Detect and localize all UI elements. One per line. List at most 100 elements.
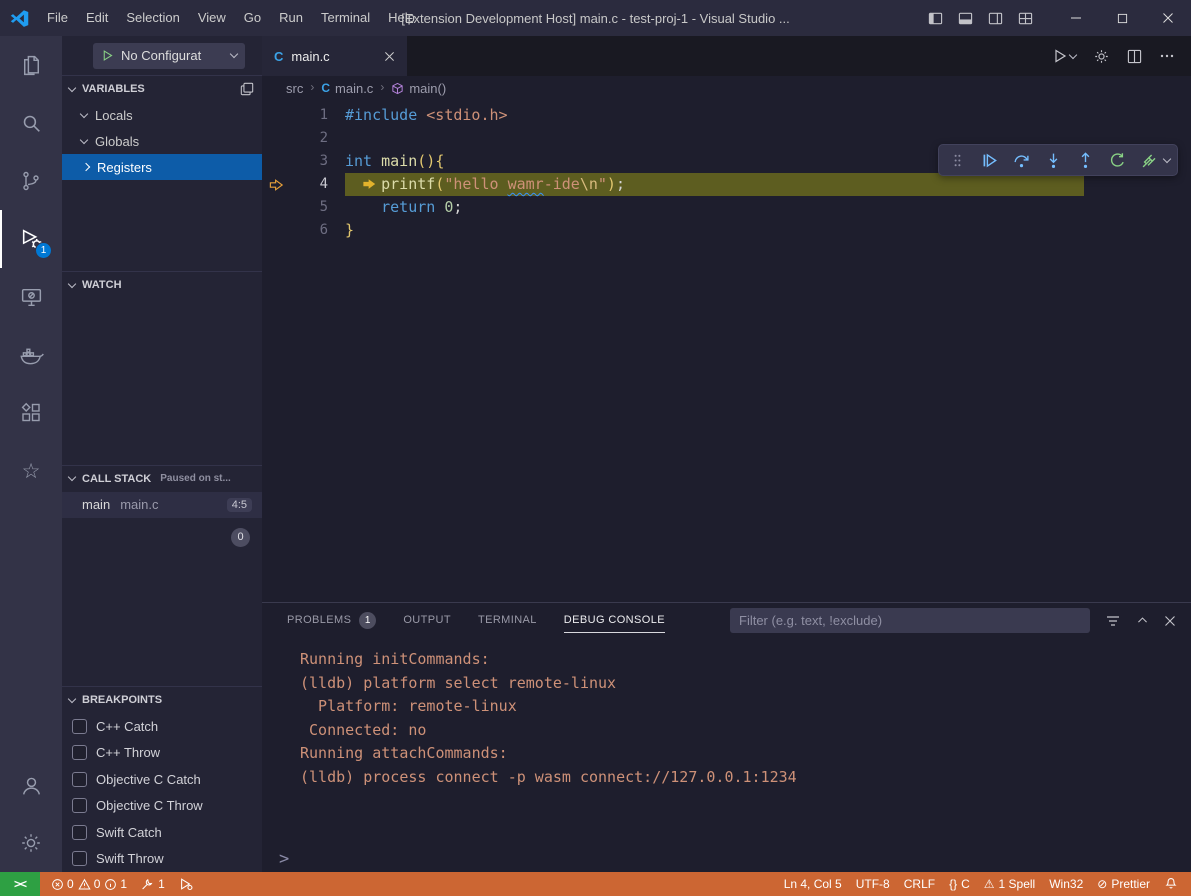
tab-main-c[interactable]: C main.c	[262, 36, 407, 76]
debug-console-prompt[interactable]: >	[262, 846, 1191, 872]
breakpoint-row-swift-catch[interactable]: Swift Catch	[62, 819, 262, 846]
debug-status[interactable]	[172, 872, 200, 896]
run-file-button[interactable]	[1052, 48, 1076, 64]
views-icon[interactable]	[240, 82, 254, 96]
breadcrumb-src[interactable]: src	[286, 81, 303, 96]
editor-gear-icon[interactable]	[1093, 48, 1110, 65]
checkbox-unchecked[interactable]	[72, 798, 87, 813]
toggle-sidebar-icon[interactable]	[928, 11, 943, 26]
line-content[interactable]: #include <stdio.h>	[345, 104, 508, 127]
debug-console-output[interactable]: Running initCommands:(lldb) platform sel…	[262, 638, 1191, 846]
split-editor-icon[interactable]	[1127, 49, 1142, 64]
variables-row-globals[interactable]: Globals	[62, 128, 262, 154]
variables-header[interactable]: VARIABLES	[62, 76, 262, 102]
call-stack-frame[interactable]: mainmain.c4:5	[62, 492, 262, 518]
line-content[interactable]: return 0;	[345, 196, 462, 219]
status-platform[interactable]: Win32	[1042, 872, 1090, 896]
variables-row-registers[interactable]: Registers	[62, 154, 262, 180]
code-line-6[interactable]: 6}	[262, 219, 1191, 242]
disconnect-button[interactable]	[1138, 149, 1161, 172]
glyph-margin[interactable]	[262, 173, 288, 196]
chevron-down-icon[interactable]	[1163, 154, 1171, 162]
accounts-button[interactable]	[0, 756, 62, 814]
toggle-panel-icon[interactable]	[958, 11, 973, 26]
watch-header[interactable]: WATCH	[62, 272, 262, 298]
status-cursor-position[interactable]: Ln 4, Col 5	[777, 872, 849, 896]
activity-marketplace[interactable]: ☆	[0, 442, 62, 500]
code-line-1[interactable]: 1#include <stdio.h>	[262, 104, 1191, 127]
checkbox-unchecked[interactable]	[72, 772, 87, 787]
menu-file[interactable]: File	[38, 0, 77, 36]
code-line-4[interactable]: 4 printf("hello wamr-ide\n");	[262, 173, 1191, 196]
maximize-button[interactable]	[1099, 0, 1145, 36]
restart-button[interactable]	[1106, 149, 1129, 172]
line-content[interactable]: }	[345, 219, 354, 242]
checkbox-unchecked[interactable]	[72, 851, 87, 866]
glyph-margin[interactable]	[262, 196, 288, 219]
menu-terminal[interactable]: Terminal	[312, 0, 379, 36]
menu-selection[interactable]: Selection	[117, 0, 188, 36]
breadcrumb-file[interactable]: Cmain.c	[321, 81, 373, 96]
maximize-panel-icon[interactable]	[1136, 614, 1149, 627]
activity-run-and-debug[interactable]: 1	[0, 210, 62, 268]
code-line-5[interactable]: 5 return 0;	[262, 196, 1191, 219]
status-eol[interactable]: CRLF	[897, 872, 942, 896]
menu-run[interactable]: Run	[270, 0, 312, 36]
console-filter-input[interactable]	[730, 608, 1090, 633]
step-into-button[interactable]	[1042, 149, 1065, 172]
line-content[interactable]: int main(){	[345, 150, 444, 173]
status-formatter-prettier[interactable]: ⊘Prettier	[1090, 872, 1157, 896]
status-spell-checker[interactable]: ⚠1 Spell	[977, 872, 1042, 896]
menu-edit[interactable]: Edit	[77, 0, 117, 36]
settings-button[interactable]	[0, 814, 62, 872]
remote-indicator[interactable]: ><	[0, 872, 40, 896]
activity-extensions[interactable]	[0, 384, 62, 442]
checkbox-unchecked[interactable]	[72, 719, 87, 734]
step-out-button[interactable]	[1074, 149, 1097, 172]
checkbox-unchecked[interactable]	[72, 745, 87, 760]
panel-tab-debug-console[interactable]: DEBUG CONSOLE	[564, 603, 665, 638]
glyph-margin[interactable]	[262, 219, 288, 242]
activity-source-control[interactable]	[0, 152, 62, 210]
activity-docker[interactable]	[0, 326, 62, 384]
notifications-bell[interactable]	[1157, 872, 1185, 896]
checkbox-unchecked[interactable]	[72, 825, 87, 840]
customize-layout-icon[interactable]	[1018, 11, 1033, 26]
breakpoint-row-objective-c-catch[interactable]: Objective C Catch	[62, 766, 262, 793]
toggle-secondary-sidebar-icon[interactable]	[988, 11, 1003, 26]
glyph-margin[interactable]	[262, 150, 288, 173]
continue-button[interactable]	[978, 149, 1001, 172]
variables-row-locals[interactable]: Locals	[62, 102, 262, 128]
call-stack-header[interactable]: CALL STACK Paused on st...	[62, 466, 262, 492]
minimize-button[interactable]	[1053, 0, 1099, 36]
activity-search[interactable]	[0, 94, 62, 152]
filter-icon[interactable]	[1105, 613, 1121, 629]
toolbar-grip[interactable]	[946, 149, 969, 172]
breakpoints-header[interactable]: BREAKPOINTS	[62, 687, 262, 713]
close-panel-icon[interactable]	[1164, 615, 1176, 627]
panel-tab-terminal[interactable]: TERMINAL	[478, 603, 537, 638]
breakpoint-row-swift-throw[interactable]: Swift Throw	[62, 846, 262, 873]
breakpoint-row-c-throw[interactable]: C++ Throw	[62, 740, 262, 767]
breakpoint-row-c-catch[interactable]: C++ Catch	[62, 713, 262, 740]
debug-config-dropdown[interactable]: No Configurat	[93, 43, 245, 69]
glyph-margin[interactable]	[262, 104, 288, 127]
step-over-button[interactable]	[1010, 149, 1033, 172]
glyph-margin[interactable]	[262, 127, 288, 150]
close-button[interactable]	[1145, 0, 1191, 36]
code-editor[interactable]: 1#include <stdio.h>23int main(){4 printf…	[262, 100, 1191, 602]
tab-close-icon[interactable]	[384, 51, 395, 62]
breadcrumb-symbol[interactable]: main()	[391, 81, 446, 96]
menu-go[interactable]: Go	[235, 0, 270, 36]
panel-tab-problems[interactable]: PROBLEMS1	[287, 603, 376, 638]
panel-tab-output[interactable]: OUTPUT	[403, 603, 451, 638]
breakpoint-row-objective-c-throw[interactable]: Objective C Throw	[62, 793, 262, 820]
activity-remote-explorer[interactable]	[0, 268, 62, 326]
activity-explorer[interactable]	[0, 36, 62, 94]
more-actions-icon[interactable]	[1159, 48, 1175, 64]
status-encoding[interactable]: UTF-8	[849, 872, 897, 896]
tools-status[interactable]: 1	[134, 872, 172, 896]
menu-view[interactable]: View	[189, 0, 235, 36]
status-language-mode[interactable]: {}C	[942, 872, 977, 896]
problems-status[interactable]: 0 0 1	[44, 872, 134, 896]
